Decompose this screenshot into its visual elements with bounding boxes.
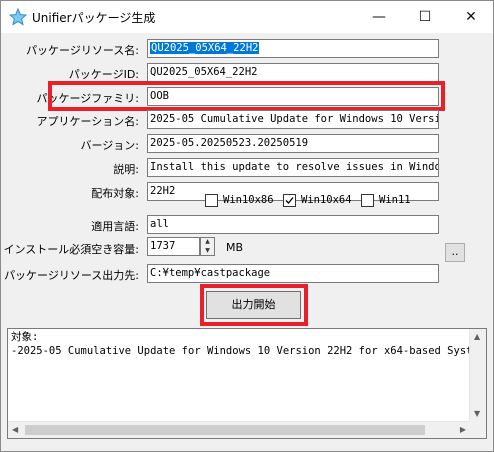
language-label: 適用言語:	[91, 220, 139, 233]
package-id-label: パッケージID:	[68, 68, 139, 81]
win11-checkbox[interactable]	[361, 194, 374, 207]
package-resource-name-field[interactable]: QU2025_05X64_22H2	[147, 39, 439, 58]
vertical-scrollbar[interactable]: ▲ ▼	[469, 329, 486, 421]
spin-up-icon[interactable]: ▲	[201, 238, 214, 247]
scroll-right-icon[interactable]: ▶	[460, 425, 466, 434]
log-content: 対象: -2025-05 Cumulative Update for Window…	[11, 330, 486, 358]
package-id-field[interactable]: QU2025_05X64_22H2	[147, 63, 439, 82]
application-name-field[interactable]: 2025-05 Cumulative Update for Windows 10…	[147, 110, 439, 129]
win10x64-checkbox[interactable]	[283, 194, 296, 207]
output-dir-label: パッケージリソース出力先:	[4, 269, 139, 282]
package-family-highlight	[48, 81, 445, 111]
scroll-left-icon[interactable]: ◀	[12, 425, 18, 434]
scroll-down-icon[interactable]: ▼	[474, 409, 480, 418]
horizontal-scroll-thumb[interactable]	[25, 425, 425, 435]
language-field[interactable]: all	[147, 215, 439, 234]
win11-label: Win11	[379, 194, 411, 206]
package-resource-name-value: QU2025_05X64_22H2	[150, 42, 260, 54]
log-line: 対象:	[11, 331, 39, 343]
log-textarea[interactable]: 対象: -2025-05 Cumulative Update for Window…	[7, 328, 487, 439]
description-field[interactable]: Install this update to resolve issues in…	[147, 158, 439, 177]
version-field[interactable]: 2025-05.20250523.20250519	[147, 134, 439, 153]
log-line: -2025-05 Cumulative Update for Windows 1…	[11, 345, 486, 357]
maximize-button[interactable]: ☐	[402, 1, 448, 33]
title-bar: Unifierパッケージ生成 — ☐ ✕	[1, 1, 493, 33]
distribution-target-label: 配布対象:	[91, 187, 139, 200]
install-space-unit: MB	[226, 241, 244, 254]
package-resource-name-label: パッケージリソース名:	[26, 44, 139, 57]
horizontal-scrollbar[interactable]: ◀ ▶	[8, 421, 470, 438]
window-title: Unifierパッケージ生成	[32, 11, 156, 25]
application-name-label: アプリケーション名:	[36, 115, 140, 128]
win10x64-label: Win10x64	[301, 194, 352, 206]
app-star-icon	[9, 8, 27, 26]
checkmark-icon	[285, 197, 294, 204]
win10x86-label: Win10x86	[223, 194, 274, 206]
install-space-field[interactable]: 1737	[147, 237, 200, 256]
unifier-window: Unifierパッケージ生成 — ☐ ✕ パッケージリソース名: QU2025_…	[0, 0, 494, 452]
browse-button[interactable]: ..	[445, 243, 465, 262]
generate-button-highlight	[200, 284, 308, 326]
win10x86-checkbox[interactable]	[205, 194, 218, 207]
spin-down-icon[interactable]: ▼	[201, 247, 214, 256]
scroll-corner	[469, 421, 486, 438]
scroll-up-icon[interactable]: ▲	[474, 332, 480, 341]
description-label: 説明:	[113, 163, 139, 176]
version-label: バージョン:	[80, 139, 140, 152]
install-space-spinner[interactable]: ▲ ▼	[200, 237, 215, 256]
output-dir-field[interactable]: C:¥temp¥castpackage	[147, 264, 439, 283]
close-button[interactable]: ✕	[448, 1, 494, 33]
minimize-button[interactable]: —	[356, 1, 402, 33]
install-space-label: インストール必須空き容量:	[3, 243, 140, 256]
